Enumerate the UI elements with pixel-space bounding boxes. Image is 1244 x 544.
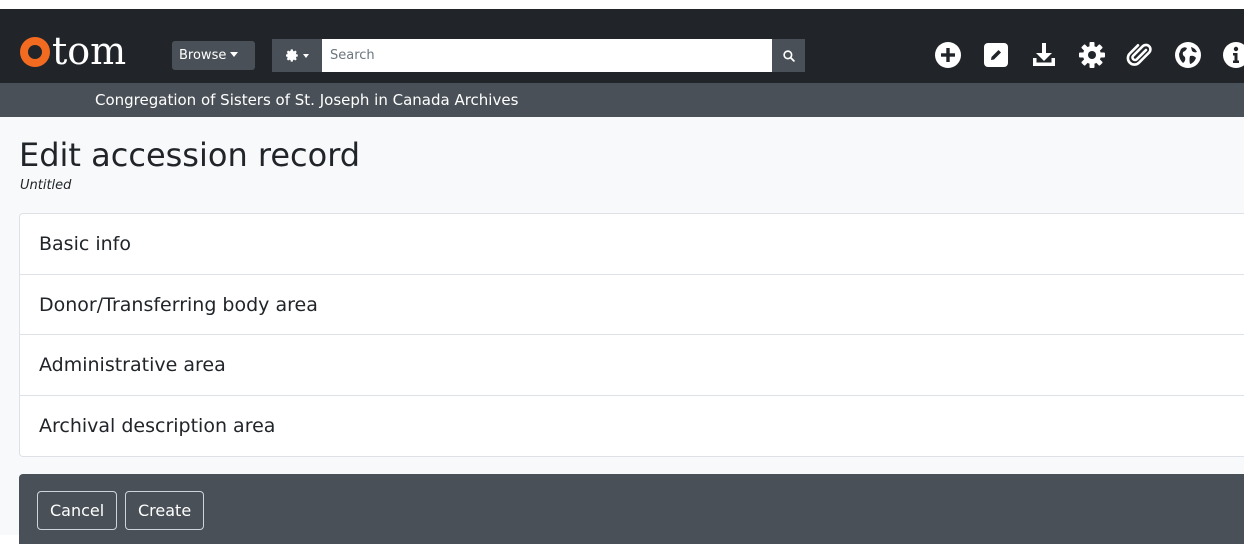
- repository-name-link[interactable]: Congregation of Sisters of St. Joseph in…: [95, 83, 518, 117]
- sections-accordion: Basic info Donor/Transferring body area …: [19, 213, 1244, 457]
- add-menu-button[interactable]: [930, 40, 965, 70]
- search-input[interactable]: [322, 39, 772, 72]
- top-icon-menu: [930, 40, 1244, 70]
- gear-icon: [1078, 41, 1106, 69]
- info-icon: [1222, 41, 1244, 69]
- section-donor-transferring-body-area[interactable]: Donor/Transferring body area: [20, 275, 1244, 336]
- caret-down-icon: [230, 52, 238, 57]
- caret-down-icon: [303, 54, 309, 58]
- logo-text: tom: [52, 29, 126, 73]
- paperclip-icon: [1126, 41, 1154, 69]
- quick-links-menu-button[interactable]: [1218, 40, 1244, 70]
- manage-menu-button[interactable]: [978, 40, 1013, 70]
- record-subtitle: Untitled: [20, 178, 71, 193]
- plus-circle-icon: [934, 41, 962, 69]
- top-navbar: tom Browse: [0, 9, 1244, 83]
- admin-menu-button[interactable]: [1074, 40, 1109, 70]
- browse-label: Browse: [179, 48, 226, 63]
- section-archival-description-area[interactable]: Archival description area: [20, 396, 1244, 457]
- clipboard-menu-button[interactable]: [1122, 40, 1157, 70]
- download-icon: [1030, 41, 1058, 69]
- search-box: [272, 39, 805, 72]
- create-button[interactable]: Create: [125, 491, 204, 530]
- logo-a-mark: [20, 37, 50, 67]
- repository-bar: Congregation of Sisters of St. Joseph in…: [0, 83, 1244, 117]
- edit-icon: [983, 42, 1009, 68]
- gear-icon: [286, 49, 299, 62]
- browse-menu-button[interactable]: Browse: [172, 41, 255, 70]
- section-administrative-area[interactable]: Administrative area: [20, 335, 1244, 396]
- atom-logo[interactable]: tom: [20, 31, 126, 75]
- page-title: Edit accession record: [19, 137, 360, 173]
- search-button[interactable]: [772, 39, 805, 72]
- search-icon: [783, 50, 795, 62]
- globe-icon: [1174, 41, 1202, 69]
- section-basic-info[interactable]: Basic info: [20, 214, 1244, 275]
- search-options-button[interactable]: [272, 39, 322, 72]
- cancel-button[interactable]: Cancel: [37, 491, 117, 530]
- main-content: Edit accession record Untitled Basic inf…: [0, 117, 1244, 535]
- import-menu-button[interactable]: [1026, 40, 1061, 70]
- form-actions-bar: Cancel Create: [19, 474, 1244, 544]
- language-menu-button[interactable]: [1170, 40, 1205, 70]
